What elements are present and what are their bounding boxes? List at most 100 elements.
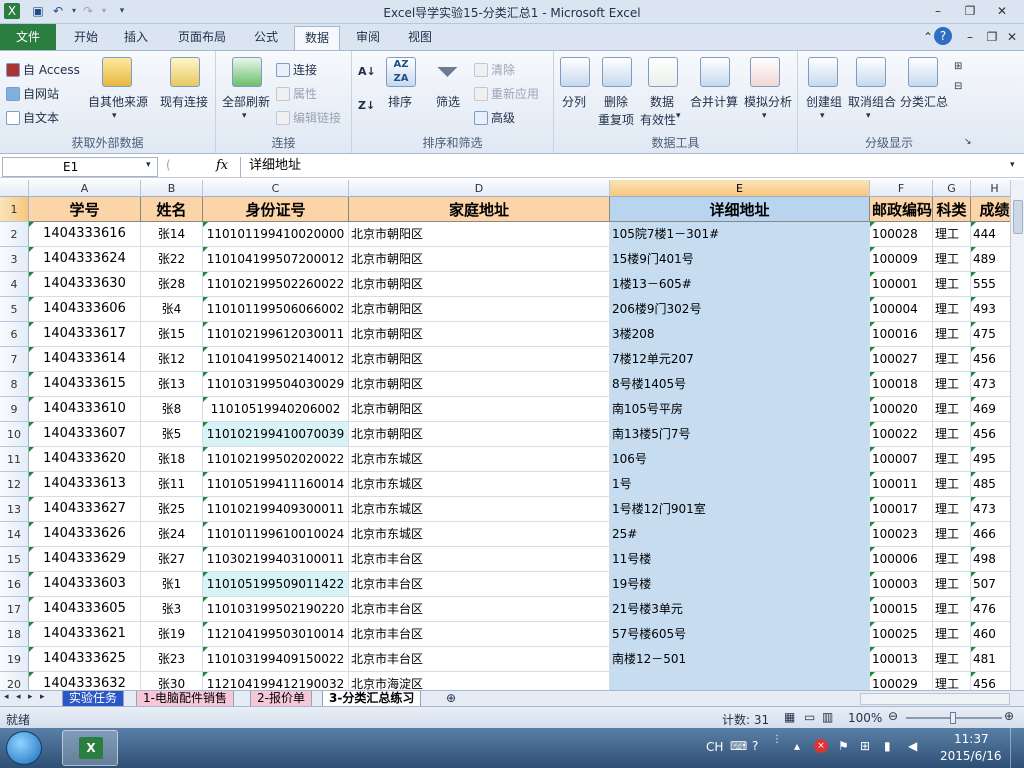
cell[interactable]: 北京市朝阳区 (349, 222, 610, 247)
text-to-columns-button[interactable]: 分列 (562, 93, 586, 110)
formula-cancel-icon[interactable]: ( (166, 158, 171, 172)
cell[interactable]: 1404333617 (29, 322, 141, 347)
cell[interactable]: 北京市丰台区 (349, 647, 610, 672)
cell[interactable]: 100022 (870, 422, 933, 447)
cell[interactable]: 1404333605 (29, 597, 141, 622)
cell[interactable]: 理工 (933, 247, 971, 272)
cell[interactable]: 1404333632 (29, 672, 141, 690)
cell[interactable]: 110103199502190220 (203, 597, 349, 622)
row-header[interactable]: 18 (0, 622, 29, 647)
cell[interactable]: 理工 (933, 372, 971, 397)
cell[interactable]: 15楼9门401号 (610, 247, 870, 272)
row-header[interactable]: 9 (0, 397, 29, 422)
hide-detail-icon[interactable]: ⊟ (954, 81, 962, 92)
cell[interactable]: 理工 (933, 297, 971, 322)
cell[interactable]: 110103199409150022 (203, 647, 349, 672)
sort-ascending-icon[interactable]: A↓ (358, 65, 376, 78)
zoom-in-icon[interactable]: ⊕ (1004, 709, 1014, 723)
close-button[interactable]: ✕ (990, 2, 1014, 20)
cell[interactable]: 481 (971, 647, 1010, 672)
row-header[interactable]: 7 (0, 347, 29, 372)
column-header-a[interactable]: A (29, 180, 141, 197)
insert-sheet-icon[interactable]: ⊕ (446, 691, 456, 705)
windows-flag-icon[interactable]: ⊞ (860, 739, 870, 753)
cell[interactable]: 北京市朝阳区 (349, 422, 610, 447)
cell[interactable]: 北京市东城区 (349, 472, 610, 497)
security-alert-icon[interactable]: × (814, 739, 828, 753)
row-header[interactable]: 16 (0, 572, 29, 597)
row-header[interactable]: 4 (0, 272, 29, 297)
cell[interactable]: 25# (610, 522, 870, 547)
subtotal-button[interactable]: 分类汇总 (900, 93, 948, 110)
cell[interactable]: 1404333614 (29, 347, 141, 372)
cell[interactable]: 1404333624 (29, 247, 141, 272)
cell[interactable]: 473 (971, 372, 1010, 397)
name-box-dropdown-icon[interactable]: ▾ (146, 160, 151, 170)
tab-formulas[interactable]: 公式 (244, 26, 288, 50)
cell[interactable]: 1404333630 (29, 272, 141, 297)
cell[interactable]: 理工 (933, 547, 971, 572)
cell[interactable]: 100016 (870, 322, 933, 347)
cell[interactable]: 理工 (933, 222, 971, 247)
cell[interactable]: 19号楼 (610, 572, 870, 597)
cell[interactable]: 理工 (933, 347, 971, 372)
from-access-button[interactable]: 自 Access (6, 61, 80, 78)
cell[interactable]: 460 (971, 622, 1010, 647)
cell[interactable]: 理工 (933, 647, 971, 672)
first-sheet-icon[interactable]: ◂ (4, 692, 9, 702)
cell[interactable]: 11号楼 (610, 547, 870, 572)
cell[interactable]: 100003 (870, 572, 933, 597)
ime-indicator[interactable]: CH (706, 740, 723, 754)
row-header[interactable]: 1 (0, 197, 29, 222)
cell[interactable]: 100029 (870, 672, 933, 690)
cell[interactable]: 110104199502140012 (203, 347, 349, 372)
cell[interactable]: 100028 (870, 222, 933, 247)
vertical-scrollbar[interactable] (1010, 180, 1024, 690)
cell[interactable]: 110105199509011422 (203, 572, 349, 597)
tab-view[interactable]: 视图 (398, 26, 442, 50)
cell[interactable]: 张14 (141, 222, 203, 247)
cell[interactable]: 495 (971, 447, 1010, 472)
cell[interactable]: 理工 (933, 397, 971, 422)
cell[interactable]: 张24 (141, 522, 203, 547)
cell[interactable]: 1号 (610, 472, 870, 497)
cell[interactable]: 北京市东城区 (349, 497, 610, 522)
row-header[interactable]: 14 (0, 522, 29, 547)
cell[interactable]: 张4 (141, 297, 203, 322)
wb-minimize-button[interactable]: – (958, 28, 982, 46)
insert-function-button[interactable]: fx (216, 158, 228, 173)
page-break-view-icon[interactable]: ▥ (822, 710, 833, 724)
cell[interactable]: 110302199403100011 (203, 547, 349, 572)
cell[interactable]: 学号 (29, 197, 141, 222)
cell[interactable]: 110103199504030029 (203, 372, 349, 397)
row-header[interactable]: 8 (0, 372, 29, 397)
cell[interactable]: 南105号平房 (610, 397, 870, 422)
filter-button[interactable]: 筛选 (436, 93, 460, 110)
tab-review[interactable]: 审阅 (346, 26, 390, 50)
formula-input[interactable]: 详细地址 (240, 157, 1004, 177)
cell[interactable]: 110101199506066002 (203, 297, 349, 322)
cell[interactable]: 100020 (870, 397, 933, 422)
tab-data[interactable]: 数据 (294, 26, 340, 50)
cell[interactable]: 100004 (870, 297, 933, 322)
name-box[interactable]: E1 (2, 157, 158, 177)
cell[interactable]: 112104199503010014 (203, 622, 349, 647)
ungroup-button[interactable]: 取消组合 (848, 93, 896, 110)
reapply-button[interactable]: 重新应用 (474, 85, 539, 102)
cell[interactable]: 1404333626 (29, 522, 141, 547)
clear-filter-button[interactable]: 清除 (474, 61, 515, 78)
cell[interactable]: 100015 (870, 597, 933, 622)
row-header[interactable]: 10 (0, 422, 29, 447)
select-all-corner[interactable] (0, 180, 29, 197)
connections-button[interactable]: 连接 (276, 61, 317, 78)
column-header-c[interactable]: C (203, 180, 349, 197)
row-header[interactable]: 20 (0, 672, 29, 690)
cell[interactable]: 北京市朝阳区 (349, 247, 610, 272)
cell[interactable]: 7楼12单元207 (610, 347, 870, 372)
scroll-thumb[interactable] (1013, 200, 1023, 234)
sheet-tab-task[interactable]: 实验任务 (62, 691, 125, 707)
cell[interactable]: 北京市丰台区 (349, 572, 610, 597)
last-sheet-icon[interactable]: ▸ (40, 692, 45, 702)
horizontal-scrollbar[interactable] (860, 693, 1010, 705)
cell[interactable]: 110104199507200012 (203, 247, 349, 272)
